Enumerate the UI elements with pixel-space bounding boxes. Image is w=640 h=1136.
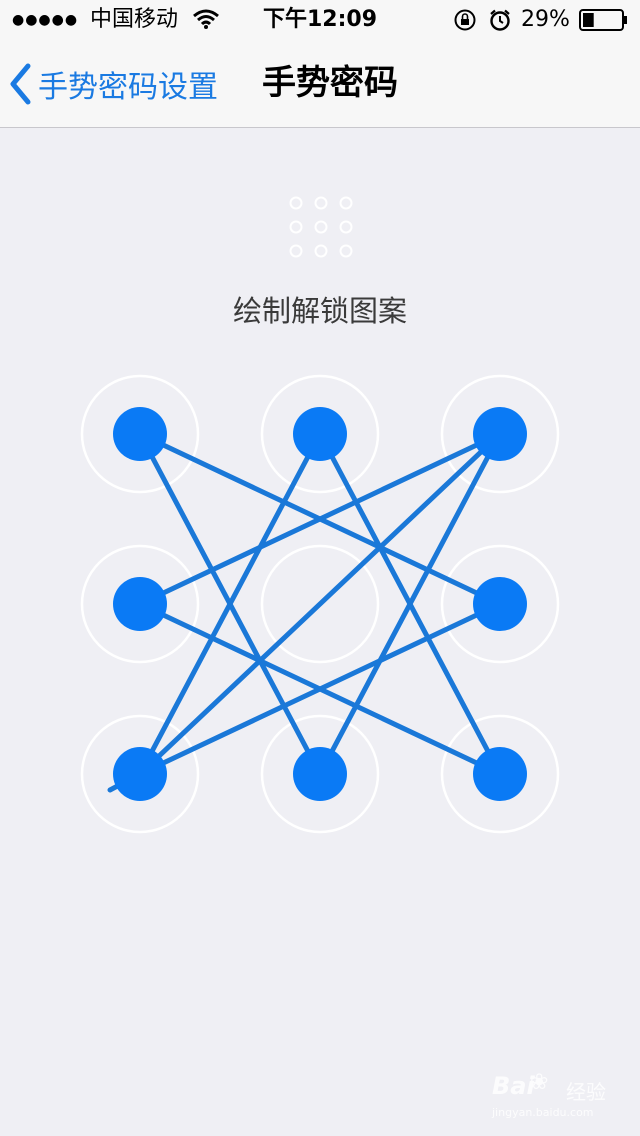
pattern-node-selected[interactable] bbox=[473, 577, 527, 631]
watermark-name: 经验 bbox=[566, 1080, 606, 1104]
paw-icon: ❀ bbox=[530, 1070, 549, 1095]
baidu-watermark: Bai ❀ 经验 jingyan.baidu.com bbox=[492, 1068, 632, 1128]
pattern-node-selected[interactable] bbox=[293, 407, 347, 461]
watermark-url: jingyan.baidu.com bbox=[492, 1106, 594, 1119]
pattern-lock[interactable] bbox=[0, 0, 640, 1136]
pattern-node-selected[interactable] bbox=[293, 747, 347, 801]
pattern-node-selected[interactable] bbox=[113, 577, 167, 631]
pattern-line bbox=[137, 431, 503, 777]
pattern-node-selected[interactable] bbox=[113, 747, 167, 801]
pattern-node-selected[interactable] bbox=[473, 407, 527, 461]
pattern-node-selected[interactable] bbox=[473, 747, 527, 801]
pattern-node-selected[interactable] bbox=[113, 407, 167, 461]
watermark-logo: Bai bbox=[492, 1072, 535, 1100]
